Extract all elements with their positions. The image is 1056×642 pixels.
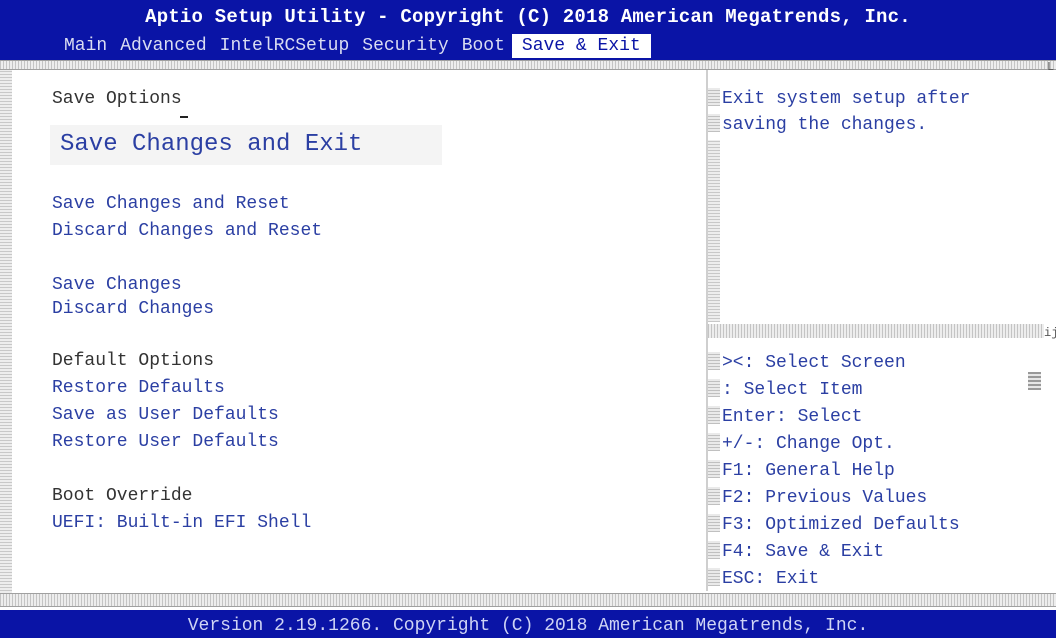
- tab-main[interactable]: Main: [62, 34, 109, 58]
- left-frame-border: [0, 70, 12, 594]
- key-previous-values: F2: Previous Values: [722, 488, 928, 508]
- help-description: Exit system setup after saving the chang…: [722, 89, 982, 135]
- discard-changes-item[interactable]: Discard Changes: [52, 296, 214, 322]
- title-bar: Aptio Setup Utility - Copyright (C) 2018…: [0, 0, 1056, 60]
- cursor-indicator: [180, 116, 188, 118]
- key-save-exit: F4: Save & Exit: [722, 542, 885, 562]
- frame-corner-icon: L: [1047, 60, 1055, 74]
- key-change-opt: +/-: Change Opt.: [722, 434, 895, 454]
- key-line-marker: [708, 568, 720, 586]
- help-line-marker: [708, 88, 720, 106]
- save-changes-and-exit-item[interactable]: Save Changes and Exit: [50, 125, 442, 165]
- tab-bar: Main Advanced IntelRCSetup Security Boot…: [62, 34, 660, 58]
- key-line-marker: [708, 514, 720, 532]
- tab-intelrcsetup[interactable]: IntelRCSetup: [218, 34, 352, 58]
- bottom-frame-border: [0, 593, 1056, 607]
- help-separator: [708, 324, 1044, 338]
- separator-corner-icon: ij: [1044, 326, 1056, 340]
- key-esc-exit: ESC: Exit: [722, 569, 820, 589]
- key-line-marker: [708, 352, 720, 370]
- footer-version: Version 2.19.1266. Copyright (C) 2018 Am…: [0, 610, 1056, 638]
- menu-panel: Save Options Save Changes and Exit Save …: [20, 78, 700, 592]
- boot-override-header: Boot Override: [52, 486, 193, 506]
- key-line-marker: [708, 460, 720, 478]
- uefi-shell-item[interactable]: UEFI: Built-in EFI Shell: [52, 510, 311, 536]
- key-line-marker: [708, 487, 720, 505]
- top-frame-border: [0, 60, 1056, 70]
- restore-user-defaults-item[interactable]: Restore User Defaults: [52, 429, 279, 455]
- key-general-help: F1: General Help: [722, 461, 895, 481]
- scrollbar-thumb[interactable]: [1028, 372, 1041, 390]
- key-legend: ><: Select Screen : Select Item Enter: S…: [722, 350, 1042, 593]
- discard-changes-and-reset-item[interactable]: Discard Changes and Reset: [52, 218, 322, 244]
- tab-boot[interactable]: Boot: [460, 34, 507, 58]
- key-enter-select: Enter: Select: [722, 407, 863, 427]
- tab-security[interactable]: Security: [360, 34, 450, 58]
- key-line-marker: [708, 406, 720, 424]
- save-as-user-defaults-item[interactable]: Save as User Defaults: [52, 402, 279, 428]
- app-title: Aptio Setup Utility - Copyright (C) 2018…: [145, 6, 911, 28]
- key-select-screen: ><: Select Screen: [722, 353, 906, 373]
- tab-save-exit[interactable]: Save & Exit: [511, 34, 651, 58]
- key-optimized-defaults: F3: Optimized Defaults: [722, 515, 960, 535]
- key-line-marker: [708, 379, 720, 397]
- save-changes-item[interactable]: Save Changes: [52, 272, 182, 298]
- help-side-border: [708, 140, 720, 322]
- help-line-marker: [708, 114, 720, 132]
- default-options-header: Default Options: [52, 351, 215, 371]
- save-options-header: Save Options: [52, 89, 182, 109]
- tab-advanced[interactable]: Advanced: [118, 34, 208, 58]
- restore-defaults-item[interactable]: Restore Defaults: [52, 375, 225, 401]
- key-line-marker: [708, 433, 720, 451]
- key-select-item: : Select Item: [722, 380, 863, 400]
- save-changes-and-reset-item[interactable]: Save Changes and Reset: [52, 191, 290, 217]
- key-line-marker: [708, 541, 720, 559]
